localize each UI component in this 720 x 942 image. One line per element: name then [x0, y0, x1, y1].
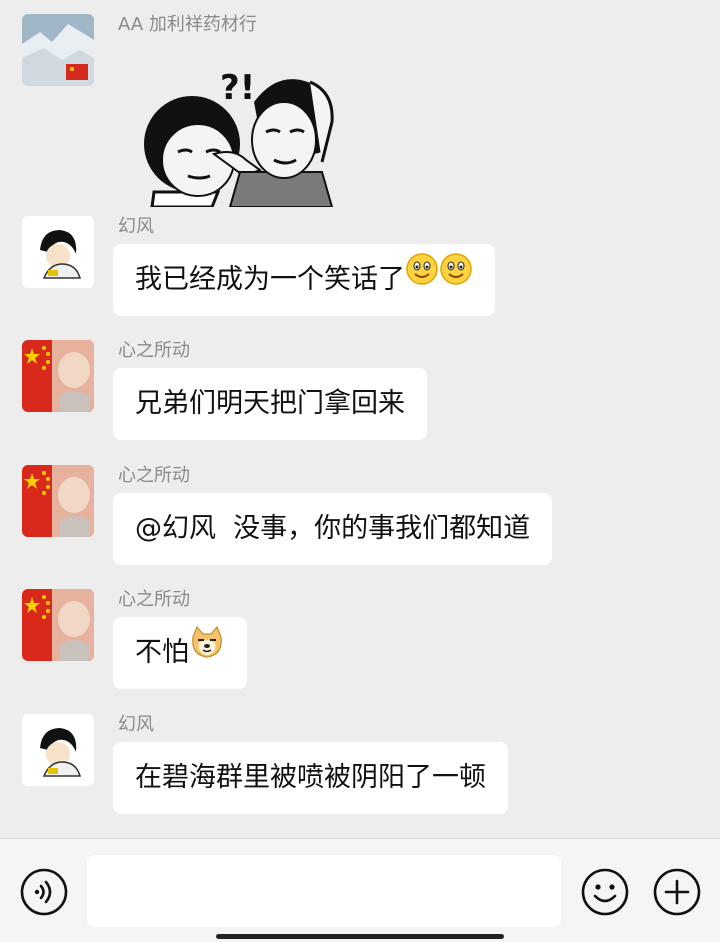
- message-item: 心之所动 兄弟们明天把门拿回来: [22, 340, 720, 440]
- home-indicator: [216, 934, 504, 939]
- message-bubble[interactable]: 兄弟们明天把门拿回来: [113, 368, 427, 440]
- sender-name: 幻风: [118, 216, 154, 237]
- message-bubble[interactable]: 不怕: [113, 617, 247, 689]
- message-item: 幻风 在碧海群里被喷被阴阳了一顿: [22, 714, 720, 814]
- plus-icon[interactable]: [653, 868, 701, 916]
- smile-emoji: [439, 242, 473, 314]
- message-item: 心之所动 @幻风 没事，你的事我们都知道: [22, 465, 720, 565]
- voice-icon[interactable]: [20, 868, 68, 916]
- smile-emoji: [405, 242, 439, 314]
- message-text: 兄弟们明天把门拿回来: [135, 388, 405, 419]
- message-text: 我已经成为一个笑话了: [135, 264, 405, 295]
- sender-name: 心之所动: [118, 465, 190, 486]
- sticker-image[interactable]: ?!: [122, 42, 342, 209]
- sender-name: AA 加利祥药材行: [118, 14, 257, 35]
- sticker-text: ?!: [220, 68, 256, 108]
- message-bubble[interactable]: 在碧海群里被喷被阴阳了一顿: [113, 742, 508, 814]
- doge-emoji: [189, 615, 225, 687]
- message-bubble[interactable]: 我已经成为一个笑话了: [113, 244, 495, 316]
- input-bar: [0, 838, 720, 942]
- message-item: 幻风 我已经成为一个笑话了: [22, 216, 720, 316]
- avatar[interactable]: [22, 216, 94, 288]
- message-text: 不怕: [135, 637, 189, 668]
- avatar[interactable]: [22, 14, 94, 86]
- message-text: @幻风 没事，你的事我们都知道: [135, 513, 531, 544]
- message-text: 在碧海群里被喷被阴阳了一顿: [135, 762, 486, 793]
- message-item: AA 加利祥药材行 ?!: [22, 14, 720, 209]
- emoji-icon[interactable]: [581, 868, 629, 916]
- message-item: 心之所动 不怕: [22, 589, 720, 689]
- sender-name: 心之所动: [118, 340, 190, 361]
- avatar[interactable]: [22, 589, 94, 661]
- avatar[interactable]: [22, 714, 94, 786]
- avatar[interactable]: [22, 465, 94, 537]
- sender-name: 心之所动: [118, 589, 190, 610]
- sender-name: 幻风: [118, 714, 154, 735]
- message-bubble[interactable]: @幻风 没事，你的事我们都知道: [113, 493, 553, 565]
- message-input[interactable]: [87, 855, 561, 927]
- avatar[interactable]: [22, 340, 94, 412]
